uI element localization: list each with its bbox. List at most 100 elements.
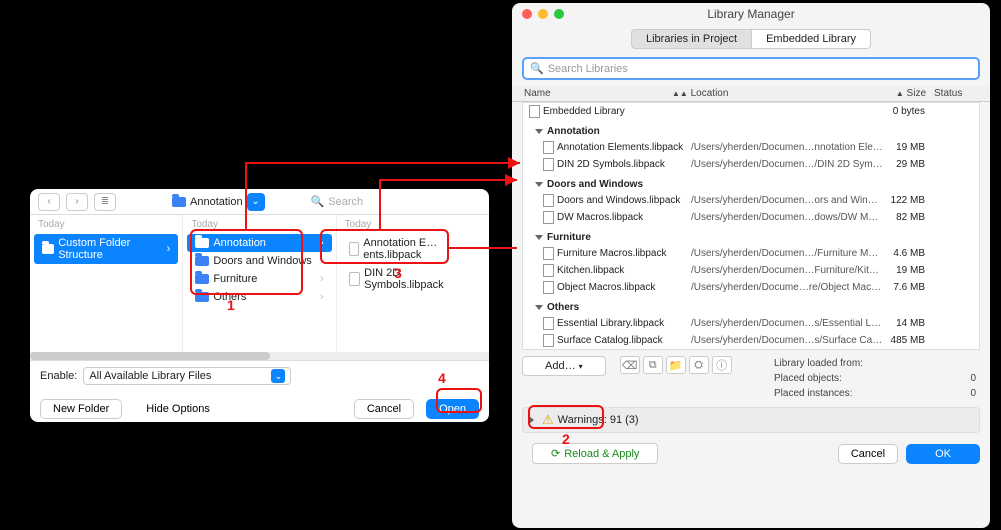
placed-objects-value: 0 xyxy=(970,373,976,384)
open-button[interactable]: Open xyxy=(426,399,479,419)
group-header[interactable]: Annotation xyxy=(523,120,979,139)
cancel-button[interactable]: Cancel xyxy=(838,444,898,464)
library-row[interactable]: Kitchen.libpack/Users/yherden/Documen…Fu… xyxy=(523,262,979,279)
chevron-down-icon xyxy=(535,129,543,134)
item-label: Furniture xyxy=(213,273,257,285)
tab-libraries-in-project[interactable]: Libraries in Project xyxy=(631,29,752,49)
warnings-row[interactable]: ⚠ Warnings: 91 (3) xyxy=(522,407,980,433)
callout-number-4: 4 xyxy=(438,370,446,386)
library-list: Embedded Library 0 bytes Annotation Anno… xyxy=(522,102,980,350)
search-libraries-input[interactable]: 🔍 Search Libraries xyxy=(522,57,980,80)
size-label: 7.6 MB xyxy=(883,282,933,293)
chevron-down-icon xyxy=(535,235,543,240)
item-label: Doors and Windows xyxy=(213,255,311,267)
size-label: 19 MB xyxy=(883,142,933,153)
col-size[interactable]: Size xyxy=(907,88,926,99)
group-label: Doors and Windows xyxy=(547,179,643,190)
library-icon xyxy=(543,334,554,347)
duplicate-button[interactable]: ⧉ xyxy=(643,356,663,374)
placed-instances-label: Placed instances: xyxy=(774,388,852,399)
library-row[interactable]: Annotation Elements.libpack/Users/yherde… xyxy=(523,139,979,156)
tab-embedded-library[interactable]: Embedded Library xyxy=(752,29,871,49)
new-folder-button[interactable]: New Folder xyxy=(40,399,122,419)
chevron-right-icon: › xyxy=(320,237,324,249)
item-label: Surface Catalog.libpack xyxy=(557,335,663,346)
location-label: /Users/yherden/Documen…/Furniture Macros… xyxy=(691,248,883,259)
list-item[interactable]: Furniture› xyxy=(187,270,331,288)
library-info-panel: Library loaded from: Placed objects:0 Pl… xyxy=(770,356,980,401)
nav-back-button[interactable]: ‹ xyxy=(38,193,60,211)
add-button[interactable]: Add… ▾ xyxy=(522,356,606,376)
size-label: 485 MB xyxy=(883,335,933,346)
folder-dropdown-button[interactable]: ⌄ xyxy=(247,193,265,211)
hide-options-button[interactable]: Hide Options xyxy=(134,400,222,418)
info-button[interactable]: ⓘ xyxy=(712,356,732,374)
view-mode-button[interactable]: ≣ xyxy=(94,193,116,211)
settings-button[interactable]: ⛭ xyxy=(689,356,709,374)
location-label: /Users/yherden/Documen…ors and Windows.l… xyxy=(691,195,883,206)
library-icon xyxy=(543,264,554,277)
column-1: Today Custom Folder Structure › xyxy=(30,215,183,352)
list-item[interactable]: DIN 2D Symbols.libpack xyxy=(341,264,485,294)
library-row[interactable]: Surface Catalog.libpack/Users/yherden/Do… xyxy=(523,332,979,349)
col-location[interactable]: Location xyxy=(691,88,729,99)
list-item[interactable]: Custom Folder Structure › xyxy=(34,234,178,264)
item-label: Annotation Elements.libpack xyxy=(557,142,683,153)
remove-library-button[interactable]: ⌫ xyxy=(620,356,640,374)
library-row[interactable]: Furniture Macros.libpack/Users/yherden/D… xyxy=(523,245,979,262)
folder-icon xyxy=(172,197,186,207)
size-label: 82 MB xyxy=(883,212,933,223)
cancel-button[interactable]: Cancel xyxy=(354,399,414,419)
column-3: Today Annotation E…ents.libpack DIN 2D S… xyxy=(337,215,489,352)
list-item[interactable]: Others› xyxy=(187,288,331,306)
callout-number-1: 1 xyxy=(227,297,235,313)
item-label: Furniture Macros.libpack xyxy=(557,248,666,259)
item-label: Custom Folder Structure xyxy=(58,237,162,261)
library-row[interactable]: Object Macros.libpack/Users/yherden/Docu… xyxy=(523,279,979,296)
group-header[interactable]: Others xyxy=(523,296,979,315)
reload-apply-button[interactable]: ⟳Reload & Apply xyxy=(532,443,658,464)
library-icon xyxy=(543,211,554,224)
size-label: 4.6 MB xyxy=(883,248,933,259)
library-row[interactable]: DIN 2D Symbols.libpack/Users/yherden/Doc… xyxy=(523,156,979,173)
enable-value: All Available Library Files xyxy=(89,370,211,382)
embedded-library-row[interactable]: Embedded Library 0 bytes xyxy=(523,103,979,120)
folder-icon xyxy=(195,256,209,266)
list-header: Name ▲▲ Location ▲ Size Status xyxy=(512,86,990,102)
folder-icon xyxy=(195,292,209,302)
size-label: 122 MB xyxy=(883,195,933,206)
list-item[interactable]: Annotation› xyxy=(187,234,331,252)
item-label: Annotation E…ents.libpack xyxy=(363,237,477,261)
col-name[interactable]: Name xyxy=(524,88,551,99)
search-field[interactable]: 🔍 Search xyxy=(311,195,481,208)
library-row[interactable]: DW Macros.libpack/Users/yherden/Documen…… xyxy=(523,209,979,226)
chevron-right-icon: › xyxy=(167,243,171,255)
column-2: Today Annotation› Doors and Windows› Fur… xyxy=(183,215,336,352)
open-dialog-toolbar: ‹ › ≣ Annotation ⌄ 🔍 Search xyxy=(30,189,489,215)
location-label: /Users/yherden/Documen…/DIN 2D Symbols.l… xyxy=(691,159,883,170)
library-row[interactable]: Doors and Windows.libpack/Users/yherden/… xyxy=(523,192,979,209)
library-row[interactable]: Essential Library.libpack/Users/yherden/… xyxy=(523,315,979,332)
col-status[interactable]: Status xyxy=(934,88,962,99)
group-header[interactable]: Furniture xyxy=(523,226,979,245)
folder-icon xyxy=(195,238,209,248)
folder-button[interactable]: 📁 xyxy=(666,356,686,374)
column-header: Today xyxy=(30,215,182,234)
callout-number-2: 2 xyxy=(562,431,570,447)
horizontal-scrollbar[interactable] xyxy=(30,352,489,360)
chevron-right-icon: › xyxy=(320,291,324,303)
window-title: Library Manager xyxy=(512,7,990,21)
library-icon xyxy=(543,158,554,171)
item-label: DW Macros.libpack xyxy=(557,212,643,223)
nav-forward-button[interactable]: › xyxy=(66,193,88,211)
list-item[interactable]: Annotation E…ents.libpack xyxy=(341,234,485,264)
enable-filetype-dropdown[interactable]: All Available Library Files ⌄ xyxy=(83,367,291,385)
ok-button[interactable]: OK xyxy=(906,444,980,464)
enable-label: Enable: xyxy=(40,370,77,382)
location-label: /Users/yherden/Documen…s/Surface Catalog… xyxy=(691,335,883,346)
column-header: Today xyxy=(337,215,489,234)
reload-label: Reload & Apply xyxy=(564,448,639,460)
list-item[interactable]: Doors and Windows › xyxy=(187,252,331,270)
chevron-right-icon: › xyxy=(320,255,324,267)
group-header[interactable]: Doors and Windows xyxy=(523,173,979,192)
